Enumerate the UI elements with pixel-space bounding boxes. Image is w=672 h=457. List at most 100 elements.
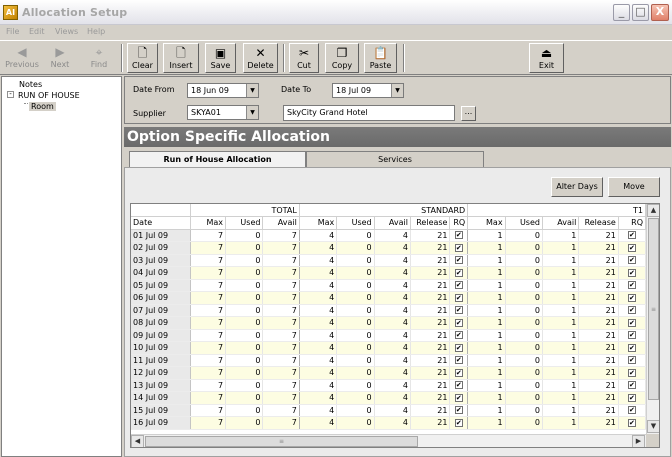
- title-bar[interactable]: AI Allocation Setup _ □ X: [0, 0, 672, 25]
- grid-cell[interactable]: 21: [578, 279, 619, 292]
- table-row[interactable]: 14 Jul 09 7 0 7 4 0 4 21 ✔ 1 0 1 21 ✔: [131, 391, 646, 405]
- grid-cell[interactable]: 1: [467, 391, 506, 405]
- rq-checkbox[interactable]: ✔: [454, 331, 463, 340]
- grid-cell[interactable]: 7: [190, 416, 227, 430]
- grid-cell[interactable]: 1: [542, 241, 580, 255]
- grid-cell[interactable]: 7: [262, 391, 300, 405]
- supplier-lookup-button[interactable]: ...: [461, 106, 476, 121]
- grid-cell[interactable]: 1: [467, 241, 506, 255]
- grid-cell[interactable]: 0: [336, 341, 375, 355]
- grid-cell[interactable]: 7: [190, 279, 227, 292]
- row-date-cell[interactable]: 11 Jul 09: [131, 354, 191, 367]
- grid-cell[interactable]: 21: [410, 229, 451, 242]
- grid-cell[interactable]: 1: [542, 279, 580, 292]
- rq-checkbox[interactable]: ✔: [627, 318, 636, 327]
- column-header[interactable]: RQ: [618, 216, 646, 230]
- rq-checkbox[interactable]: ✔: [627, 406, 636, 415]
- grid-cell[interactable]: 21: [410, 416, 451, 430]
- scroll-right-icon[interactable]: ▶: [632, 435, 645, 447]
- grid-cell[interactable]: 0: [336, 279, 375, 292]
- row-date-cell[interactable]: 09 Jul 09: [131, 329, 191, 342]
- rq-checkbox[interactable]: ✔: [454, 231, 463, 240]
- grid-cell[interactable]: 0: [505, 266, 543, 280]
- grid-cell[interactable]: 4: [299, 341, 338, 355]
- grid-cell[interactable]: 0: [225, 366, 264, 380]
- rq-checkbox[interactable]: ✔: [454, 306, 463, 315]
- grid-cell[interactable]: 21: [578, 304, 619, 317]
- rq-checkbox[interactable]: ✔: [454, 368, 463, 377]
- scroll-down-icon[interactable]: ▼: [647, 420, 659, 433]
- delete-button[interactable]: ✕ Delete: [243, 43, 278, 73]
- grid-cell[interactable]: 21: [578, 266, 619, 280]
- chevron-down-icon[interactable]: ▼: [246, 106, 258, 119]
- grid-cell[interactable]: 1: [542, 304, 580, 317]
- grid-cell[interactable]: 0: [336, 379, 375, 392]
- grid-cell[interactable]: 0: [505, 354, 543, 367]
- grid-cell[interactable]: 1: [542, 316, 580, 330]
- vertical-scrollbar[interactable]: ▲ ≡ ▼: [646, 204, 659, 434]
- grid-cell[interactable]: 21: [410, 329, 451, 342]
- previous-button[interactable]: ◀ Previous: [3, 43, 41, 73]
- rq-checkbox[interactable]: ✔: [454, 381, 463, 390]
- grid-cell[interactable]: 21: [410, 379, 451, 392]
- table-row[interactable]: 07 Jul 09 7 0 7 4 0 4 21 ✔ 1 0 1 21 ✔: [131, 304, 646, 317]
- column-header[interactable]: Used: [505, 216, 543, 230]
- row-date-cell[interactable]: 06 Jul 09: [131, 291, 191, 305]
- row-date-cell[interactable]: 13 Jul 09: [131, 379, 191, 392]
- grid-cell[interactable]: 21: [578, 254, 619, 267]
- grid-cell[interactable]: 1: [542, 291, 580, 305]
- grid-cell[interactable]: 7: [262, 341, 300, 355]
- grid-cell[interactable]: 1: [542, 266, 580, 280]
- supplier-dropdown[interactable]: SKYA01 ▼: [187, 105, 259, 120]
- grid-cell[interactable]: 21: [410, 316, 451, 330]
- grid-cell[interactable]: 0: [505, 329, 543, 342]
- grid-cell[interactable]: 0: [505, 279, 543, 292]
- grid-cell[interactable]: 1: [467, 416, 506, 430]
- grid-cell[interactable]: 0: [505, 304, 543, 317]
- rq-checkbox[interactable]: ✔: [627, 381, 636, 390]
- grid-cell[interactable]: 4: [299, 316, 338, 330]
- rq-checkbox[interactable]: ✔: [627, 331, 636, 340]
- row-date-cell[interactable]: 03 Jul 09: [131, 254, 191, 267]
- grid-cell[interactable]: 4: [299, 391, 338, 405]
- table-row[interactable]: 05 Jul 09 7 0 7 4 0 4 21 ✔ 1 0 1 21 ✔: [131, 279, 646, 292]
- tree-item-run-of-house[interactable]: RUN OF HOUSE: [18, 91, 80, 100]
- tree-item-room[interactable]: Room: [29, 102, 56, 111]
- grid-cell[interactable]: 0: [505, 341, 543, 355]
- grid-cell[interactable]: 4: [299, 291, 338, 305]
- rq-checkbox[interactable]: ✔: [454, 281, 463, 290]
- column-header[interactable]: Avail: [262, 216, 300, 230]
- grid-cell[interactable]: 21: [578, 391, 619, 405]
- grid-cell[interactable]: 0: [336, 304, 375, 317]
- rq-checkbox[interactable]: ✔: [627, 368, 636, 377]
- row-date-cell[interactable]: 14 Jul 09: [131, 391, 191, 405]
- cut-button[interactable]: ✂ Cut: [289, 43, 319, 73]
- rq-checkbox[interactable]: ✔: [454, 243, 463, 252]
- table-row[interactable]: 13 Jul 09 7 0 7 4 0 4 21 ✔ 1 0 1 21 ✔: [131, 379, 646, 392]
- grid-cell[interactable]: 4: [374, 266, 412, 280]
- rq-checkbox[interactable]: ✔: [454, 293, 463, 302]
- next-button[interactable]: ▶ Next: [43, 43, 77, 73]
- grid-cell[interactable]: 7: [190, 304, 227, 317]
- grid-cell[interactable]: 4: [299, 354, 338, 367]
- grid-cell[interactable]: 1: [467, 329, 506, 342]
- grid-cell[interactable]: 4: [374, 341, 412, 355]
- grid-cell[interactable]: 21: [578, 404, 619, 417]
- grid-cell[interactable]: 7: [190, 329, 227, 342]
- rq-checkbox[interactable]: ✔: [627, 306, 636, 315]
- grid-cell[interactable]: 7: [262, 379, 300, 392]
- row-date-cell[interactable]: 08 Jul 09: [131, 316, 191, 330]
- menu-views[interactable]: Views: [55, 27, 78, 36]
- grid-cell[interactable]: 0: [505, 366, 543, 380]
- grid-cell[interactable]: 7: [262, 404, 300, 417]
- grid-cell[interactable]: 7: [262, 279, 300, 292]
- grid-cell[interactable]: 21: [578, 354, 619, 367]
- grid-cell[interactable]: 1: [542, 329, 580, 342]
- row-date-cell[interactable]: 15 Jul 09: [131, 404, 191, 417]
- chevron-down-icon[interactable]: ▼: [391, 84, 403, 97]
- grid-cell[interactable]: 7: [190, 354, 227, 367]
- move-button[interactable]: Move: [608, 177, 660, 197]
- grid-cell[interactable]: 4: [299, 266, 338, 280]
- grid-cell[interactable]: 1: [542, 391, 580, 405]
- grid-cell[interactable]: 7: [190, 391, 227, 405]
